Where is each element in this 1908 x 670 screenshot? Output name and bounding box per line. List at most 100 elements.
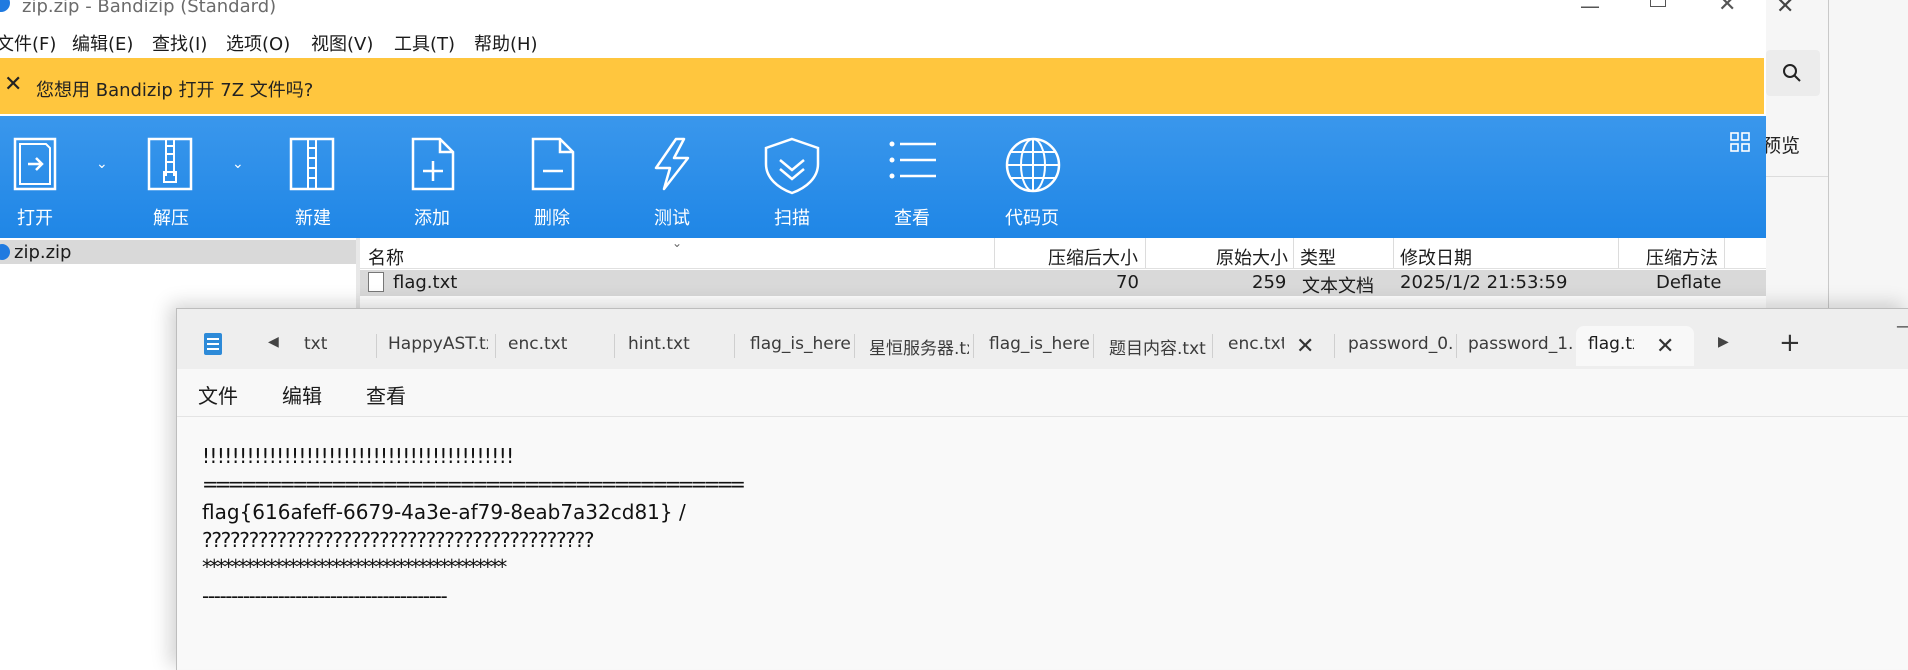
banner-text[interactable]: 您想用 Bandizip 打开 7Z 文件吗? bbox=[36, 76, 313, 102]
column-divider[interactable] bbox=[994, 238, 995, 268]
globe-icon bbox=[1005, 137, 1061, 193]
toolbar: 打开 ⌄ 解压 ⌄ 新建 添加 删除 测试 扫描 查看 代码页 bbox=[0, 116, 1766, 238]
tab-close-icon[interactable]: ✕ bbox=[1656, 334, 1674, 359]
tab-label: 星恒服务器.txt bbox=[869, 339, 969, 359]
tab[interactable]: 星恒服务器.txt bbox=[857, 326, 969, 366]
column-original-size[interactable]: 原始大小 bbox=[1216, 244, 1288, 270]
menu-find[interactable]: 查找(I) bbox=[152, 30, 207, 56]
extract-dropdown-chevron-icon[interactable]: ⌄ bbox=[232, 156, 244, 172]
column-modified[interactable]: 修改日期 bbox=[1400, 244, 1472, 270]
scan-label: 扫描 bbox=[774, 208, 810, 229]
text-file-icon bbox=[368, 272, 384, 292]
tab[interactable]: enc.txt bbox=[496, 326, 606, 366]
layout-grid-icon[interactable] bbox=[1730, 132, 1750, 152]
background-close-icon[interactable]: ✕ bbox=[1776, 0, 1806, 19]
text-line: ========================================… bbox=[202, 472, 746, 496]
new-archive-button[interactable]: 新建 bbox=[282, 116, 344, 238]
text-line: !!!!!!!!!!!!!!!!!!!!!!!!!!!!!!!!!!!!!!!!… bbox=[202, 444, 514, 468]
add-label: 添加 bbox=[414, 208, 450, 229]
delete-button[interactable]: 删除 bbox=[520, 116, 584, 238]
scan-button[interactable]: 扫描 bbox=[760, 116, 824, 238]
background-search-button[interactable] bbox=[1766, 50, 1820, 96]
tree-item-root[interactable]: zip.zip bbox=[14, 242, 71, 263]
delete-file-icon bbox=[531, 137, 575, 191]
scroll-tabs-right-icon[interactable]: ▶ bbox=[1718, 334, 1729, 350]
column-divider[interactable] bbox=[1618, 238, 1619, 268]
menu-file[interactable]: 文件(F) bbox=[0, 30, 56, 56]
extract-icon bbox=[147, 137, 193, 191]
maximize-button[interactable] bbox=[1650, 0, 1666, 7]
tab[interactable]: HappyAST.txt bbox=[376, 326, 488, 366]
column-divider[interactable] bbox=[1724, 238, 1725, 268]
text-line: ****************************************… bbox=[202, 555, 507, 579]
tab[interactable]: password_1.txt bbox=[1456, 326, 1572, 366]
column-name[interactable]: 名称 bbox=[368, 244, 404, 270]
view-button[interactable]: 查看 bbox=[880, 116, 944, 238]
tab-close-icon[interactable]: ✕ bbox=[1296, 334, 1314, 359]
tab-divider bbox=[854, 334, 855, 358]
text-line: ????????????????????????????????????????… bbox=[202, 528, 595, 552]
tab[interactable]: flag_is_here.txt bbox=[977, 326, 1089, 366]
bandizip-title: zip.zip - Bandizip (Standard) bbox=[22, 0, 277, 17]
add-file-icon bbox=[411, 137, 455, 191]
tab[interactable]: 题目内容.txt bbox=[1097, 326, 1209, 366]
notepad-minimize-button[interactable]: — bbox=[1896, 316, 1908, 337]
new-tab-plus-icon[interactable]: + bbox=[1779, 328, 1801, 358]
tab[interactable]: txt bbox=[292, 326, 376, 366]
tab-label: flag_is_here.txt bbox=[989, 334, 1089, 354]
tab-label: password_1.txt bbox=[1468, 334, 1572, 354]
close-button[interactable]: ✕ bbox=[1718, 0, 1736, 17]
scroll-tabs-left-icon[interactable]: ◀ bbox=[268, 334, 279, 350]
test-label: 测试 bbox=[654, 208, 690, 229]
menu-tools[interactable]: 工具(T) bbox=[394, 30, 455, 56]
column-divider[interactable] bbox=[1393, 238, 1394, 268]
add-button[interactable]: 添加 bbox=[400, 116, 464, 238]
open-icon bbox=[13, 137, 57, 191]
column-method[interactable]: 压缩方法 bbox=[1646, 244, 1718, 270]
tab[interactable]: password_0.txt bbox=[1336, 326, 1452, 366]
tab[interactable]: flag_is_here.txt bbox=[738, 326, 850, 366]
open-button[interactable]: 打开 bbox=[0, 116, 70, 238]
tab-active[interactable]: flag.txt ✕ bbox=[1576, 326, 1694, 366]
notepad-menu-view[interactable]: 查看 bbox=[366, 380, 406, 409]
codepage-button[interactable]: 代码页 bbox=[996, 116, 1068, 238]
notepad-menubar bbox=[177, 370, 1908, 417]
menu-options[interactable]: 选项(O) bbox=[226, 30, 290, 56]
menu-edit[interactable]: 编辑(E) bbox=[72, 30, 133, 56]
extract-button[interactable]: 解压 bbox=[140, 116, 202, 238]
tab-label: hint.txt bbox=[628, 334, 690, 354]
search-icon bbox=[1783, 64, 1801, 82]
menu-help[interactable]: 帮助(H) bbox=[474, 30, 538, 56]
row-name[interactable]: flag.txt bbox=[393, 272, 457, 293]
row-compressed-size: 70 bbox=[1116, 272, 1139, 293]
open-dropdown-chevron-icon[interactable]: ⌄ bbox=[96, 156, 108, 172]
tab-label: password_0.txt bbox=[1348, 334, 1452, 354]
column-type[interactable]: 类型 bbox=[1300, 244, 1336, 270]
column-divider[interactable] bbox=[1145, 238, 1146, 268]
row-method: Deflate bbox=[1656, 272, 1722, 293]
tab-label: enc.txt bbox=[508, 334, 568, 354]
tab-divider bbox=[1093, 334, 1094, 358]
tab-divider bbox=[1334, 334, 1335, 358]
tab-label: flag.txt bbox=[1588, 334, 1634, 354]
column-compressed-size[interactable]: 压缩后大小 bbox=[1048, 244, 1138, 270]
tab[interactable]: hint.txt bbox=[616, 326, 726, 366]
banner-close-icon[interactable]: ✕ bbox=[4, 72, 22, 97]
text-line: flag{616afeff-6679-4a3e-af79-8eab7a32cd8… bbox=[202, 500, 686, 524]
notepad-menu-file[interactable]: 文件 bbox=[198, 380, 238, 409]
open-label: 打开 bbox=[17, 208, 53, 229]
tab-label: enc.txt bbox=[1228, 334, 1284, 354]
notepad-menu-edit[interactable]: 编辑 bbox=[282, 380, 322, 409]
minimize-button[interactable]: — bbox=[1580, 0, 1600, 18]
extract-label: 解压 bbox=[153, 208, 189, 229]
background-preview-label[interactable]: 预览 bbox=[1762, 131, 1800, 158]
new-archive-icon bbox=[289, 137, 335, 191]
view-label: 查看 bbox=[894, 208, 930, 229]
column-divider[interactable] bbox=[1293, 238, 1294, 268]
tab-divider bbox=[973, 334, 974, 358]
tab[interactable]: enc.txt ✕ bbox=[1216, 326, 1334, 366]
menu-view[interactable]: 视图(V) bbox=[311, 30, 373, 56]
lightning-icon bbox=[654, 137, 690, 191]
tab-label: flag_is_here.txt bbox=[750, 334, 850, 354]
test-button[interactable]: 测试 bbox=[640, 116, 704, 238]
